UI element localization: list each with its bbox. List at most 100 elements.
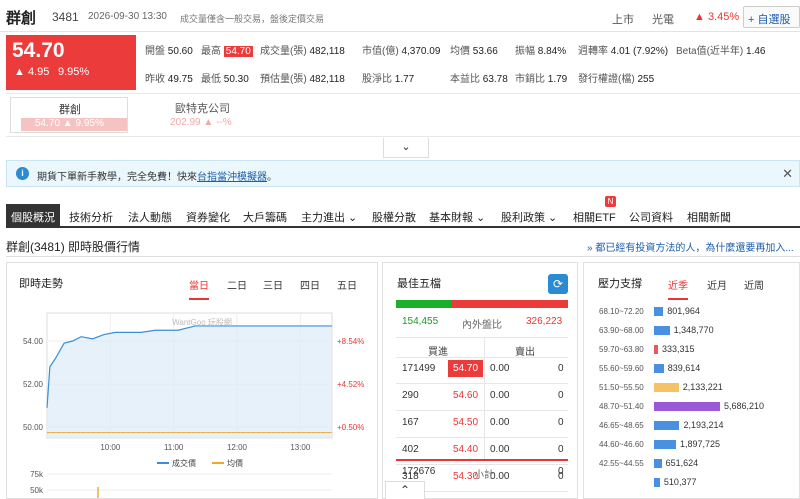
divider xyxy=(396,337,568,338)
stat-turnover: 週轉率 4.01 (7.92%) xyxy=(578,46,669,57)
intraday-title: 即時走勢 xyxy=(19,278,63,290)
tab-etf[interactable]: 相關ETF xyxy=(573,209,616,225)
tab-3day[interactable]: 三日 xyxy=(263,277,283,292)
stat-pe: 本益比 63.78 xyxy=(450,74,508,85)
new-badge: N xyxy=(605,196,616,207)
pressure-bar xyxy=(654,421,680,430)
sector-change: ▲ 3.45% xyxy=(694,11,740,23)
tab-main-force[interactable]: 主力進出 ⌄ xyxy=(301,209,357,225)
y-tick-label: 54.00 xyxy=(23,337,44,346)
tab-5day[interactable]: 五日 xyxy=(337,277,357,292)
stat-low: 最低 50.30 xyxy=(201,74,249,85)
info-icon: i xyxy=(16,167,29,180)
compare-card-self[interactable]: 群創 54.70 ▲ 9.95% xyxy=(10,97,128,133)
volume-note: 成交量僅含一般交易，盤後定價交易 xyxy=(180,14,325,24)
promo-link[interactable]: » 都已經有投資方法的人，為什麼還要再加入... xyxy=(587,239,794,254)
bid-price: 54.50 xyxy=(453,417,479,428)
refresh-icon[interactable]: ⟳ xyxy=(548,274,568,294)
stat-open: 開盤 50.60 xyxy=(145,46,193,57)
stat-ps: 市銷比 1.79 xyxy=(515,74,568,85)
tab-company[interactable]: 公司資料 xyxy=(629,209,673,225)
tab-financials[interactable]: 基本財報 ⌄ xyxy=(429,209,485,225)
stat-mcap: 市值(億) 4,370.09 xyxy=(362,46,441,57)
divider xyxy=(484,337,485,459)
y-right-label: +0.50% xyxy=(337,423,364,432)
intraday-chart[interactable]: 50.00 +0.50% 52.00 +4.52% 54.00 +8.54% 10:00 11… xyxy=(7,293,377,498)
pressure-value: 839,614 xyxy=(667,363,701,373)
chevron-up-icon: ⌃ xyxy=(399,483,411,497)
ask-price: 0.00 xyxy=(490,444,510,455)
tab-margin[interactable]: 資券變化 xyxy=(186,209,230,225)
pressure-bar xyxy=(654,345,658,354)
notice-banner: i 期貨下單新手教學，完全免費！快來台指當沖模擬器。 ✕ xyxy=(6,160,800,187)
pressure-bar xyxy=(654,459,662,468)
bid-price: 54.70 xyxy=(453,363,479,374)
pressure-value: 801,964 xyxy=(667,306,700,316)
tab-major-holders[interactable]: 大戶籌碼 xyxy=(243,209,287,225)
pressure-value: 2,193,214 xyxy=(683,420,724,430)
close-icon[interactable]: ✕ xyxy=(782,166,793,182)
pressure-value: 5,686,210 xyxy=(724,401,765,411)
pressure-value: 2,133,221 xyxy=(682,382,723,392)
stat-volume: 成交量(張) 482,118 xyxy=(260,46,345,57)
stat-prev-close: 昨收 49.75 xyxy=(145,74,193,85)
section-title: 群創(3481) 即時股價行情 xyxy=(6,240,141,254)
tab-4day[interactable]: 四日 xyxy=(300,277,320,292)
stock-header: 群創 3481 2026-09-30 13:30 成交量僅含一般交易，盤後定價交… xyxy=(0,0,800,32)
expand-toggle-button[interactable]: ⌄ xyxy=(383,138,429,158)
stat-pb: 股淨比 1.77 xyxy=(362,74,415,85)
tab-2day[interactable]: 二日 xyxy=(227,277,247,292)
simulator-link[interactable]: 台指當沖模擬器 xyxy=(197,172,267,183)
tab-institutional[interactable]: 法人動態 xyxy=(128,209,172,225)
pressure-range: 51.50~55.50 xyxy=(599,383,644,392)
price-change: ▲ 4.95 xyxy=(14,66,50,78)
market-link[interactable]: 上市 xyxy=(612,11,634,27)
ask-volume: 0 xyxy=(558,444,564,455)
bid-price: 54.60 xyxy=(453,390,479,401)
ask-volume: 0 xyxy=(558,363,564,374)
bid-volume: 171499 xyxy=(402,363,436,374)
scroll-up-button[interactable]: ⌃ xyxy=(385,481,425,499)
tab-news[interactable]: 相關新聞 xyxy=(687,209,731,225)
y-tick-label: 52.00 xyxy=(23,380,44,389)
total-buy: 172676 xyxy=(402,466,436,477)
legend-avg: 均價 xyxy=(227,458,243,468)
pressure-bar xyxy=(654,440,677,449)
x-tick-label: 11:00 xyxy=(164,443,184,452)
stat-amplitude: 振幅 8.84% xyxy=(515,46,567,57)
y-right-label: +8.54% xyxy=(337,337,364,346)
stat-est-volume: 預估量(張) 482,118 xyxy=(260,74,345,85)
tab-shareholding[interactable]: 股權分散 xyxy=(372,209,416,225)
head-buy: 買進 xyxy=(428,347,448,358)
stock-name: 群創 xyxy=(6,10,37,27)
bid-volume: 290 xyxy=(402,390,419,401)
head-sell: 賣出 xyxy=(515,347,535,358)
tab-overview[interactable]: 個股概況 xyxy=(6,204,60,228)
pressure-bar xyxy=(654,478,660,487)
divider xyxy=(396,410,568,411)
sector-link[interactable]: 光電 xyxy=(652,11,674,27)
pressure-bar xyxy=(654,307,664,316)
stat-beta: Beta值(近半年) 1.46 xyxy=(676,46,766,57)
orderbook-title: 最佳五檔 xyxy=(397,278,441,290)
compare-name: 群創 xyxy=(59,104,81,116)
pressure-range: 63.90~68.00 xyxy=(599,326,644,335)
watermark: WantGoo 玩股網 xyxy=(172,317,232,327)
tab-month[interactable]: 近月 xyxy=(707,277,727,292)
pressure-range: 59.70~63.80 xyxy=(599,345,644,354)
tab-quarter[interactable]: 近季 xyxy=(668,277,688,300)
price-area xyxy=(47,325,332,438)
legend-price: 成交價 xyxy=(172,458,196,468)
tab-dividend[interactable]: 股利政策 ⌄ xyxy=(501,209,557,225)
pressure-range: 68.10~72.20 xyxy=(599,307,644,316)
ask-volume: 0 xyxy=(558,417,564,428)
divider xyxy=(396,459,568,461)
volume-tick-label: 50k xyxy=(30,486,44,495)
bid-volume: 167 xyxy=(402,417,419,428)
add-watchlist-button[interactable]: + 自選股 xyxy=(743,6,800,28)
compare-name: 歐特克公司 xyxy=(175,103,230,115)
tab-week[interactable]: 近周 xyxy=(744,277,764,292)
volume-tick-label: 75k xyxy=(30,470,44,479)
tab-technical[interactable]: 技術分析 xyxy=(69,209,113,225)
pressure-bar xyxy=(654,383,679,392)
